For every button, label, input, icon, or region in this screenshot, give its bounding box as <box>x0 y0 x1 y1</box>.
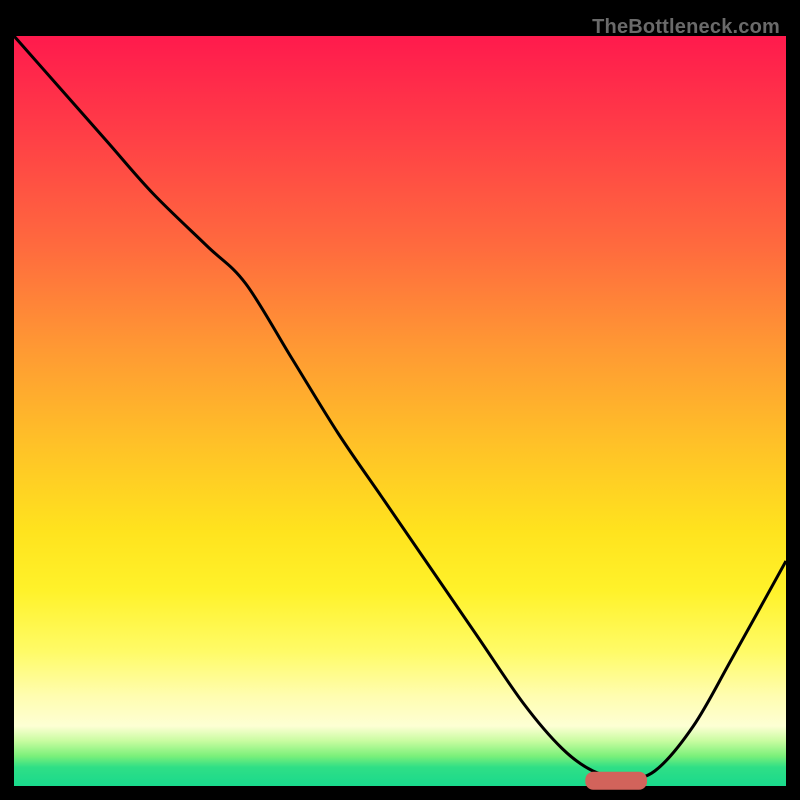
chart-frame: TheBottleneck.com <box>14 14 786 786</box>
optimal-marker <box>585 772 647 790</box>
optimal-marker-layer <box>14 36 786 786</box>
